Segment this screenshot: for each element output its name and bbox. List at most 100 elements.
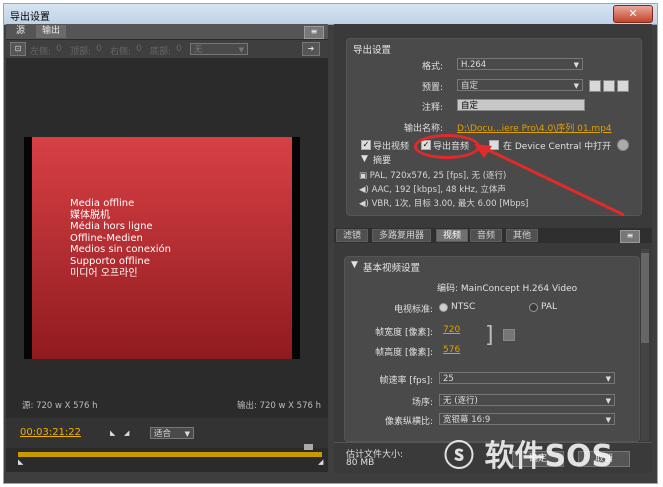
tab-output[interactable]: 输出 <box>36 25 67 38</box>
set-in-point-icon[interactable]: ◣ <box>110 429 120 437</box>
field-order-dropdown[interactable]: 无 (逐行) ▼ <box>439 394 615 406</box>
format-value: H.264 <box>461 60 487 70</box>
offline-line: Offline-Medien <box>70 232 143 244</box>
export-video-checkbox[interactable]: ✓ <box>361 140 371 150</box>
crop-top-value[interactable]: 0 <box>96 44 102 54</box>
in-marker-icon[interactable]: ◣ <box>18 458 28 466</box>
media-offline-frame: Media offline 媒体脱机 Média hors ligne Offl… <box>32 137 292 359</box>
ntsc-radio[interactable] <box>439 303 448 312</box>
summary-toggle-icon[interactable]: ▼ <box>361 154 368 164</box>
settings-scrollbar[interactable] <box>641 249 649 441</box>
playhead-icon[interactable] <box>304 444 313 450</box>
tab-video[interactable]: 视频 <box>436 229 469 242</box>
output-name-label: 输出名称: <box>403 124 443 134</box>
panel-menu-icon[interactable]: ≡ <box>304 26 324 39</box>
crop-icon[interactable]: ⊡ <box>10 42 26 56</box>
offline-line: Medios sin conexión <box>70 244 172 256</box>
settings-panel: 导出设置 格式: H.264 ▼ 预置: 自定 ▼ 注释: 自定 输出名称: D:\… <box>334 24 652 473</box>
section-collapse-icon[interactable]: ▼ <box>351 260 358 270</box>
comment-label: 注释: <box>421 103 443 113</box>
set-out-point-icon[interactable]: ◢ <box>124 429 134 437</box>
audio-summary-icon: ◀) <box>359 185 372 195</box>
crop-toolbar: ⊡ 左侧: 0 顶部: 0 右侧: 0 底部: 0 无 ▼ ➜ <box>6 40 328 58</box>
timecode[interactable]: 00:03:21:22 <box>20 427 81 438</box>
import-preset-icon[interactable] <box>603 80 615 92</box>
export-video-label: 导出视频 <box>373 142 410 152</box>
watermark-text: 软件SOS <box>484 439 614 474</box>
comment-input[interactable]: 自定 <box>457 99 585 111</box>
panel-menu-icon[interactable]: ≡ <box>620 230 640 243</box>
crop-bottom-value[interactable]: 0 <box>176 44 182 54</box>
media-offline-text: Media offline 媒体脱机 Média hors ligne Offl… <box>70 198 171 279</box>
frame-height-label: 帧高度 [像素]: <box>375 348 433 358</box>
tv-standard-label: 电视标准: <box>393 305 433 315</box>
tab-multiplexer[interactable]: 多路复用器 <box>372 229 432 242</box>
save-preset-icon[interactable] <box>589 80 601 92</box>
settings-tabs: 滤镜 多路复用器 视频 音频 其他 ≡ <box>334 228 652 243</box>
bitrate-summary-icon: ◀) <box>359 199 372 209</box>
crop-right-value[interactable]: 0 <box>136 44 142 54</box>
pal-radio[interactable] <box>529 303 538 312</box>
frame-width-label: 帧宽度 [像素]: <box>375 328 433 338</box>
output-info: 输出: 720 w X 576 h <box>237 401 321 411</box>
video-preview: Media offline 媒体脱机 Média hors ligne Offl… <box>24 137 300 359</box>
frame-rate-dropdown[interactable]: 25 ▼ <box>439 372 615 384</box>
window-title: 导出设置 <box>10 12 50 23</box>
out-marker-icon[interactable]: ◢ <box>318 458 328 466</box>
codec-info: 编码: MainConcept H.264 Video <box>437 284 578 294</box>
chevron-down-icon: ▼ <box>238 46 244 54</box>
timeline-bar[interactable] <box>18 452 322 457</box>
close-icon[interactable]: ✕ <box>613 5 653 23</box>
zoom-fit-value: 适合 <box>154 429 172 439</box>
tab-audio[interactable]: 音频 <box>470 229 503 242</box>
zoom-fit-dropdown[interactable]: 适合 ▼ <box>150 427 194 439</box>
format-dropdown[interactable]: H.264 ▼ <box>457 58 583 70</box>
tab-filters[interactable]: 滤镜 <box>336 229 369 242</box>
crop-top-label: 顶部: <box>70 47 92 57</box>
offline-line: 미디어 오프라인 <box>70 267 138 279</box>
offline-line: 媒体脱机 <box>70 209 110 221</box>
pixel-aspect-label: 像素纵横比: <box>384 417 433 427</box>
timeline-controls: 00:03:21:22 ◣ ◢ 适合 ▼ <box>6 418 328 450</box>
watermark: ⓢ 软件SOS <box>444 437 659 477</box>
preset-dropdown[interactable]: 自定 ▼ <box>457 79 583 91</box>
scrollbar-thumb[interactable] <box>641 253 649 343</box>
crop-left-value[interactable]: 0 <box>56 44 62 54</box>
output-name-link[interactable]: D:\Docu...iere Pro\4.0\序列 01.mp4 <box>457 121 612 134</box>
watermark-logo-icon: ⓢ <box>444 439 485 474</box>
summary-label: 摘要 <box>373 156 392 166</box>
offline-line: Média hors ligne <box>70 221 153 233</box>
pixel-aspect-value: 宽银幕 16:9 <box>443 415 491 425</box>
crop-left-label: 左侧: <box>30 47 52 57</box>
chain-link-icon[interactable] <box>503 329 515 341</box>
arrow-line <box>483 146 625 217</box>
basic-video-settings-section: ▼ 基本视频设置 编码: MainConcept H.264 Video 电视标… <box>344 256 640 442</box>
chevron-down-icon: ▼ <box>184 430 190 438</box>
crop-right-label: 右侧: <box>110 47 132 57</box>
crop-preset-dropdown[interactable]: 无 ▼ <box>190 43 248 55</box>
tab-other[interactable]: 其他 <box>506 229 539 242</box>
basic-video-heading: 基本视频设置 <box>363 263 421 274</box>
chevron-down-icon: ▼ <box>573 82 579 90</box>
frame-width-value[interactable]: 720 <box>443 325 460 335</box>
crop-preset-value: 无 <box>194 45 203 55</box>
frame-height-value[interactable]: 576 <box>443 345 460 355</box>
source-info: 源: 720 w X 576 h <box>22 401 98 411</box>
pal-label: PAL <box>541 302 558 312</box>
frame-rate-value: 25 <box>443 374 454 384</box>
link-bracket-icon: ] <box>485 323 494 348</box>
pixel-aspect-dropdown[interactable]: 宽银幕 16:9 ▼ <box>439 413 615 425</box>
chevron-down-icon: ▼ <box>605 397 611 405</box>
title-bar: 导出设置 ✕ <box>4 4 657 25</box>
crop-bottom-label: 底部: <box>150 47 172 57</box>
video-summary-icon: ▣ <box>359 171 370 181</box>
delete-preset-icon[interactable] <box>617 80 629 92</box>
offline-line: Supporto offline <box>70 255 150 267</box>
chevron-down-icon: ▼ <box>573 61 579 69</box>
offline-line: Media offline <box>70 198 135 209</box>
frame-rate-label: 帧速率 [fps]: <box>379 376 434 386</box>
chevron-down-icon: ▼ <box>605 375 611 383</box>
tab-source[interactable]: 源 <box>10 25 31 38</box>
export-settings-heading: 导出设置 <box>353 45 392 56</box>
swap-icon[interactable]: ➜ <box>302 42 320 56</box>
